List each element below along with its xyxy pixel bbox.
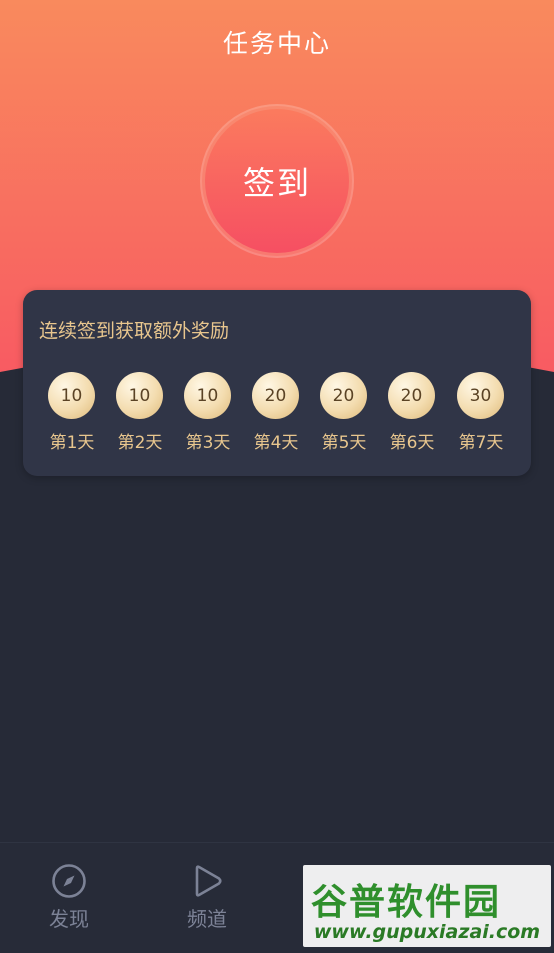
tab-channel[interactable]: 频道 bbox=[147, 863, 267, 933]
streak-day: 30 第7天 bbox=[451, 372, 511, 462]
streak-day: 20 第4天 bbox=[246, 372, 306, 462]
compass-icon bbox=[52, 864, 86, 898]
streak-card-title: 连续签到获取额外奖励 bbox=[39, 320, 230, 342]
streak-day: 10 第3天 bbox=[178, 372, 238, 462]
streak-day: 20 第5天 bbox=[314, 372, 374, 462]
day-label: 第1天 bbox=[49, 433, 95, 453]
site-watermark: 谷普软件园 www.gupuxiazai.com bbox=[303, 865, 551, 947]
day-label: 第2天 bbox=[117, 433, 163, 453]
play-icon bbox=[195, 865, 222, 897]
day-label: 第4天 bbox=[253, 433, 299, 453]
reward-coin: 10 bbox=[116, 372, 163, 419]
watermark-brand: 谷普软件园 bbox=[311, 882, 502, 923]
streak-days: 10 第1天 10 第2天 10 第3天 20 第4天 20 第5天 20 第6… bbox=[23, 372, 531, 462]
reward-coin: 20 bbox=[388, 372, 435, 419]
day-label: 第6天 bbox=[389, 433, 435, 453]
streak-day: 10 第2天 bbox=[110, 372, 170, 462]
day-label: 第5天 bbox=[321, 433, 367, 453]
day-label: 第3天 bbox=[185, 433, 231, 453]
reward-coin: 20 bbox=[252, 372, 299, 419]
reward-coin: 30 bbox=[457, 372, 504, 419]
signin-button[interactable]: 签到 bbox=[205, 109, 349, 253]
reward-coin: 20 bbox=[320, 372, 367, 419]
day-label: 第7天 bbox=[458, 433, 504, 453]
tab-label: 频道 bbox=[187, 907, 227, 931]
tab-label: 发现 bbox=[49, 907, 89, 931]
streak-day: 10 第1天 bbox=[42, 372, 102, 462]
streak-card: 连续签到获取额外奖励 10 第1天 10 第2天 10 第3天 20 第4天 2… bbox=[23, 290, 531, 476]
watermark-url: www.gupuxiazai.com bbox=[313, 921, 541, 943]
task-center-page: 任务中心 签到 连续签到获取额外奖励 10 第1天 10 第2天 10 第3天 … bbox=[0, 0, 554, 953]
page-title: 任务中心 bbox=[222, 29, 331, 58]
tab-discover[interactable]: 发现 bbox=[9, 863, 129, 933]
reward-coin: 10 bbox=[184, 372, 231, 419]
reward-coin: 10 bbox=[48, 372, 95, 419]
streak-day: 20 第6天 bbox=[382, 372, 442, 462]
